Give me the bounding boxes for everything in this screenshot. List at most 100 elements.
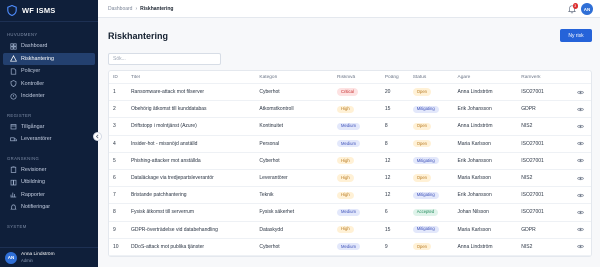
risk-title[interactable]: Bristande patchhantering [127, 192, 255, 198]
sidebar-section-title: HUVUDMENY [7, 32, 38, 37]
sidebar-item-leverantorer[interactable]: Leverantörer [3, 133, 95, 146]
sidebar-item-dashboard[interactable]: Dashboard [3, 40, 95, 53]
breadcrumb-separator: › [135, 5, 138, 12]
risk-status-cell: Open [409, 122, 454, 131]
sidebar-item-riskhantering[interactable]: Riskhantering [3, 52, 95, 65]
breadcrumb-dashboard[interactable]: Dashboard [108, 6, 132, 12]
table-row[interactable]: 9 GDPR-överträdelse vid databehandling Dat… [109, 222, 591, 239]
view-icon[interactable] [576, 227, 584, 232]
risk-id: 10 [113, 243, 119, 250]
view-icon[interactable] [576, 244, 584, 249]
risk-owner: Johan Nilsson [457, 209, 489, 216]
sidebar-collapse-button[interactable] [93, 132, 102, 141]
risk-title[interactable]: Driftstopp i molntjänst (Azure) [127, 123, 255, 129]
risk-score: 8 [384, 123, 388, 130]
brand[interactable]: WF ISMS [0, 0, 98, 22]
risk-title[interactable]: GDPR-överträdelse vid databehandling [127, 227, 255, 233]
risk-status-cell: Open [409, 243, 454, 251]
row-actions [565, 210, 591, 215]
risk-id: 2 [113, 106, 116, 113]
view-icon[interactable] [576, 107, 584, 112]
column-header-category[interactable]: Kategori [255, 75, 333, 80]
notifications-button[interactable]: 3 [567, 3, 578, 14]
row-actions [565, 244, 591, 249]
view-icon[interactable] [576, 158, 584, 163]
column-header-owner[interactable]: Ägare [454, 75, 518, 80]
risk-level-badge: Medium [337, 208, 360, 216]
table-row[interactable]: 10 DDoS-attack mot publika tjänster Cyberh… [109, 239, 591, 256]
risk-framework: ISO27001 [521, 140, 544, 147]
column-header-score[interactable]: Poäng [381, 75, 409, 80]
grid-icon [10, 43, 17, 50]
row-actions [565, 124, 591, 129]
view-icon[interactable] [576, 176, 584, 181]
sidebar-item-revisioner[interactable]: Revisioner [3, 164, 95, 177]
sidebar-item-tillgangar[interactable]: Tillgångar [3, 121, 95, 134]
user-role: Admin [21, 258, 33, 263]
table-row[interactable]: 7 Bristande patchhantering Teknik High 12 Mit… [109, 187, 591, 205]
risk-title[interactable]: Obehörig åtkomst till kunddatabas [127, 106, 255, 112]
table-row[interactable]: 1 Ransomware-attack mot filserver Cyberhot… [109, 84, 591, 102]
sidebar-item-kontroller[interactable]: Kontroller [3, 78, 95, 91]
risk-score: 20 [384, 89, 391, 96]
risk-level-cell: High [333, 174, 381, 182]
user-avatar[interactable]: AN [581, 3, 593, 15]
risk-category: Fysisk säkerhet [259, 209, 295, 216]
status-badge: Open [412, 88, 431, 96]
column-header-title[interactable]: Titel [127, 75, 255, 80]
risk-status-cell: Accepted [409, 208, 454, 216]
risk-level-cell: Critical [333, 88, 381, 96]
view-icon[interactable] [576, 141, 584, 146]
sidebar-item-label: Rapporter [21, 191, 45, 198]
column-header-risk-level[interactable]: Risknivå [333, 75, 381, 80]
sidebar-section-title: GRANSKNING [7, 155, 40, 161]
table-row[interactable]: 8 Fysisk åtkomst till serverrum Fysisk säk… [109, 204, 591, 222]
status-badge: Mitigating [412, 105, 439, 113]
table-row[interactable]: 5 Phishing-attacker mot anställda Cyberhot… [109, 153, 591, 170]
view-icon[interactable] [576, 210, 584, 215]
app-name: WF ISMS [22, 6, 56, 15]
risk-title[interactable]: Phishing-attacker mot anställda [127, 158, 255, 164]
risk-title[interactable]: Fysisk åtkomst till serverrum [127, 209, 255, 215]
table-row[interactable]: 3 Driftstopp i molntjänst (Azure) Kontinui… [109, 118, 591, 136]
risk-category: Personal [259, 140, 280, 147]
risk-level-badge: High [337, 174, 354, 182]
sidebar-nav: HUVUDMENY Dashboard Riskhantering Policyer K… [0, 32, 98, 229]
sidebar-item-rapporter[interactable]: Rapporter [3, 189, 95, 202]
view-icon[interactable] [576, 90, 584, 95]
sidebar-item-utbildning[interactable]: Utbildning [3, 176, 95, 189]
sidebar-item-notifieringar[interactable]: Notifieringar [3, 201, 95, 214]
risk-title[interactable]: Dataläckage via tredjepartsleverantör [127, 175, 255, 181]
risk-owner: Erik Johansson [457, 106, 492, 113]
search-input[interactable] [108, 53, 221, 65]
view-icon[interactable] [576, 193, 584, 198]
risk-title[interactable]: Insider-hot - missnöjd anställd [127, 141, 255, 147]
risk-id: 9 [113, 226, 116, 233]
risk-level-badge: Medium [337, 140, 360, 148]
risk-title[interactable]: DDoS-attack mot publika tjänster [127, 244, 255, 250]
column-header-id[interactable]: ID [109, 75, 127, 80]
table-row[interactable]: 2 Obehörig åtkomst till kunddatabas Åtkoms… [109, 101, 591, 119]
risk-framework: ISO27001 [521, 89, 544, 96]
new-risk-button[interactable]: Ny risk [560, 29, 592, 42]
bell-icon [10, 204, 17, 211]
sidebar-section-title: REGISTER [7, 112, 32, 118]
table-row[interactable]: 4 Insider-hot - missnöjd anställd Personal… [109, 136, 591, 153]
column-header-status[interactable]: Status [409, 75, 454, 80]
view-icon[interactable] [576, 124, 584, 129]
sidebar-item-policyer[interactable]: Policyer [3, 65, 95, 78]
sidebar-user[interactable]: AN Anna Lindström Admin [0, 247, 98, 267]
risk-title[interactable]: Ransomware-attack mot filserver [127, 89, 255, 95]
risk-category: Cyberhot [259, 89, 280, 96]
risk-id: 7 [113, 192, 116, 199]
table-row[interactable]: 6 Dataläckage via tredjepartsleverantör Le… [109, 170, 591, 188]
risk-category: Cyberhot [259, 157, 280, 164]
risk-level-badge: High [337, 191, 354, 199]
column-header-framework[interactable]: Ramverk [517, 75, 565, 80]
sidebar-item-label: Policyer [21, 68, 41, 75]
row-actions [565, 193, 591, 198]
risk-score: 8 [384, 140, 388, 147]
status-badge: Open [412, 140, 431, 148]
warning-icon [10, 93, 17, 100]
sidebar-item-incidenter[interactable]: Incidenter [3, 90, 95, 103]
